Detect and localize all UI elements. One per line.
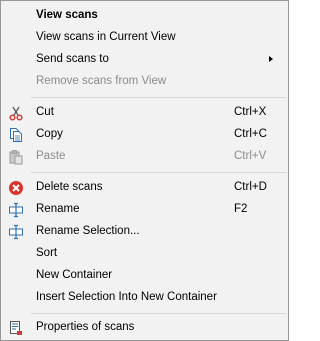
menu-item-shortcut: Ctrl+V [234,150,267,162]
menu-item-paste[interactable]: Paste Ctrl+V [3,146,286,167]
menu-item-sort[interactable]: Sort [3,243,286,264]
menu-item-shortcut: F2 [234,203,248,215]
menu-item-label: Cut [36,106,54,118]
menu-item-label: Sort [36,247,58,259]
menu-item-label: Rename Selection... [36,225,140,237]
menu-item-cut[interactable]: Cut Ctrl+X [3,102,286,123]
menu-item-send-scans-to[interactable]: Send scans to [3,49,286,70]
menu-item-label: Send scans to [36,53,109,65]
menu-item-remove-scans-from-view[interactable]: Remove scans from View [3,71,286,92]
menu-item-properties-of-scans[interactable]: Properties of scans [3,317,286,338]
delete-icon [8,180,24,196]
menu-item-label: Delete scans [36,181,103,193]
properties-icon [8,320,24,336]
menu-item-delete-scans[interactable]: Delete scans Ctrl+D [3,177,286,198]
menu-separator [31,313,286,314]
menu-item-label: Insert Selection Into New Container [36,291,217,303]
menu-item-label: Copy [36,128,63,140]
menu-item-rename-selection[interactable]: Rename Selection... [3,221,286,242]
rename-selection-icon [8,224,24,240]
menu-item-label: New Container [36,269,113,281]
rename-icon [8,202,24,218]
menu-item-label: Remove scans from View [36,75,167,87]
context-menu: View scans View scans in Current View Se… [0,0,289,341]
menu-item-copy[interactable]: Copy Ctrl+C [3,124,286,145]
menu-item-rename[interactable]: Rename F2 [3,199,286,220]
menu-separator [31,97,286,98]
menu-item-shortcut: Ctrl+C [234,128,267,140]
menu-item-label: View scans [36,9,98,21]
menu-item-label: Paste [36,150,66,162]
menu-item-insert-selection-into-new-container[interactable]: Insert Selection Into New Container [3,287,286,308]
menu-item-new-container[interactable]: New Container [3,265,286,286]
scissors-icon [8,105,24,121]
copy-icon [8,127,24,143]
menu-item-label: View scans in Current View [36,31,176,43]
menu-item-shortcut: Ctrl+X [234,106,267,118]
submenu-arrow-icon [269,56,273,62]
menu-item-shortcut: Ctrl+D [234,181,267,193]
menu-item-view-scans-in-current-view[interactable]: View scans in Current View [3,27,286,48]
menu-item-view-scans[interactable]: View scans [3,5,286,26]
paste-icon [8,149,24,165]
menu-separator [31,172,286,173]
menu-item-label: Properties of scans [36,321,135,333]
menu-item-label: Rename [36,203,80,215]
